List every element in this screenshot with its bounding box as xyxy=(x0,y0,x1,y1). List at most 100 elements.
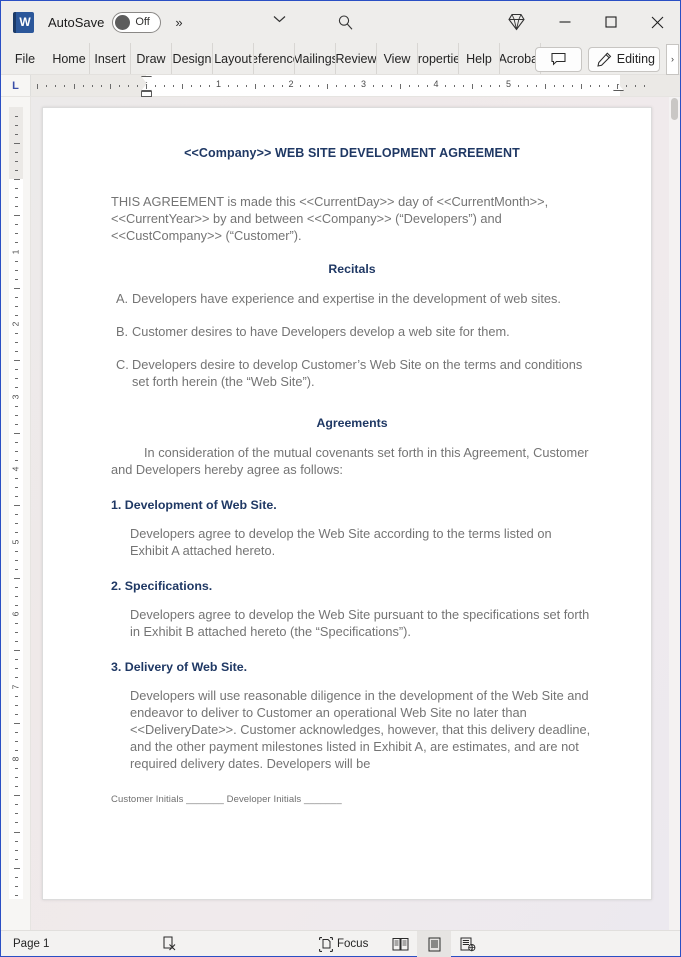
document-canvas[interactable]: <<Company>> WEB SITE DEVELOPMENT AGREEME… xyxy=(31,97,669,930)
editing-mode-button[interactable]: Editing xyxy=(587,46,660,72)
ruler-tick xyxy=(15,197,18,199)
minimize-button[interactable] xyxy=(542,1,588,43)
read-mode-view-button[interactable] xyxy=(383,931,417,957)
vertical-scrollbar[interactable] xyxy=(669,97,680,930)
ruler-tick xyxy=(15,677,18,679)
list-text: Developers have experience and expertise… xyxy=(132,291,561,306)
ruler-tick xyxy=(14,179,20,180)
ruler-tick xyxy=(15,749,18,751)
ruler-number: 1 xyxy=(10,249,21,254)
comments-button[interactable] xyxy=(534,46,582,72)
ruler-tick xyxy=(562,85,564,87)
tab-references[interactable]: References xyxy=(254,43,295,74)
ruler-tick xyxy=(272,85,274,87)
close-button[interactable] xyxy=(634,1,680,43)
ruler-tick xyxy=(372,85,374,87)
web-layout-view-button[interactable] xyxy=(451,931,485,957)
diamond-icon[interactable] xyxy=(490,1,542,43)
tab-review[interactable]: Review xyxy=(336,43,377,74)
ruler-tick xyxy=(15,804,18,806)
ruler-tick xyxy=(15,858,18,860)
list-text: Developers desire to develop Customer’s … xyxy=(132,357,583,389)
ruler-tick xyxy=(15,414,18,416)
ruler-tick xyxy=(155,85,157,87)
ruler-tick xyxy=(463,85,465,87)
ruler-tick xyxy=(15,849,18,851)
print-layout-view-button[interactable] xyxy=(417,931,451,957)
ruler-tick xyxy=(309,85,311,87)
tab-insert[interactable]: Insert xyxy=(90,43,131,74)
ruler-tick xyxy=(15,786,18,788)
ruler-tick xyxy=(590,85,592,87)
ruler-tick xyxy=(146,84,147,89)
proofing-errors-icon[interactable] xyxy=(161,935,179,953)
ruler-tick xyxy=(15,169,18,171)
ribbon-overflow-button[interactable]: › xyxy=(666,43,679,75)
ruler-number: 2 xyxy=(288,79,294,89)
ruler-tick xyxy=(200,85,202,87)
document-page[interactable]: <<Company>> WEB SITE DEVELOPMENT AGREEME… xyxy=(42,107,652,900)
tab-home[interactable]: Home xyxy=(49,43,90,74)
search-icon[interactable] xyxy=(337,14,354,31)
ruler-tick xyxy=(15,333,18,335)
tab-file[interactable]: File xyxy=(1,43,49,74)
autosave-toggle[interactable]: Off xyxy=(112,11,162,33)
focus-mode-button[interactable]: Focus xyxy=(319,931,368,957)
ruler-tick xyxy=(608,85,610,87)
ruler-tick xyxy=(109,84,111,89)
ruler-tick xyxy=(15,133,18,135)
ruler-tick xyxy=(236,85,238,87)
ruler-tick xyxy=(15,514,18,516)
ruler-tick xyxy=(535,85,537,87)
intro-paragraph: THIS AGREEMENT is made this <<CurrentDay… xyxy=(111,194,549,243)
tab-mailings[interactable]: Mailings xyxy=(295,43,336,74)
quick-access-more-button[interactable]: » xyxy=(175,15,182,30)
ruler-tick xyxy=(15,496,18,498)
ruler-tick xyxy=(15,124,18,126)
page-number-status[interactable]: Page 1 xyxy=(13,938,49,950)
chevron-down-icon[interactable] xyxy=(273,15,286,23)
tab-layout[interactable]: Layout xyxy=(213,43,254,74)
ruler-tick xyxy=(14,142,20,144)
ruler-tick xyxy=(14,215,20,217)
ruler-tick xyxy=(15,740,18,742)
ruler-tick xyxy=(571,85,573,87)
ruler-tick xyxy=(281,85,283,87)
ruler-tick xyxy=(245,85,247,87)
ribbon-tab-bar: File Home Insert Draw Design Layout Refe… xyxy=(1,43,680,75)
tab-help[interactable]: Help xyxy=(459,43,500,74)
ruler-tick xyxy=(15,876,18,878)
ruler-number: 8 xyxy=(10,756,21,762)
ruler-tick xyxy=(14,360,20,362)
ruler-tick xyxy=(227,85,229,87)
horizontal-ruler-track[interactable]: 1 2 3 4 5 xyxy=(31,75,680,97)
ruler-tick xyxy=(46,85,48,87)
maximize-button[interactable] xyxy=(588,1,634,43)
ruler-tick xyxy=(15,459,18,461)
focus-icon xyxy=(319,936,333,952)
vertical-ruler[interactable]: 1 2 3 4 5 6 7 8 xyxy=(1,97,31,930)
section-2-body: Developers agree to develop the Web Site… xyxy=(130,607,590,639)
ruler-tick xyxy=(15,659,18,661)
tab-stop-selector[interactable]: L xyxy=(1,75,31,96)
recitals-heading: Recitals xyxy=(328,262,376,276)
ruler-tick xyxy=(173,85,175,87)
agreements-heading: Agreements xyxy=(316,416,388,430)
tab-properties[interactable]: Properties xyxy=(418,43,459,74)
ruler-tick xyxy=(100,85,102,87)
tab-draw[interactable]: Draw xyxy=(131,43,172,74)
ruler-tick xyxy=(64,85,66,87)
ruler-tick xyxy=(15,269,18,271)
ruler-number: 4 xyxy=(10,466,21,472)
ruler-tick xyxy=(581,84,582,89)
ruler-tick xyxy=(15,523,18,525)
ruler-number: 3 xyxy=(360,79,367,89)
tab-view[interactable]: View xyxy=(377,43,418,74)
ruler-tick xyxy=(15,704,18,706)
ruler-tick xyxy=(15,314,18,316)
tab-design[interactable]: Design xyxy=(172,43,213,74)
ruler-tick xyxy=(91,85,93,87)
scrollbar-thumb[interactable] xyxy=(671,98,678,120)
ruler-tick xyxy=(15,160,18,162)
ruler-tick xyxy=(15,478,18,480)
